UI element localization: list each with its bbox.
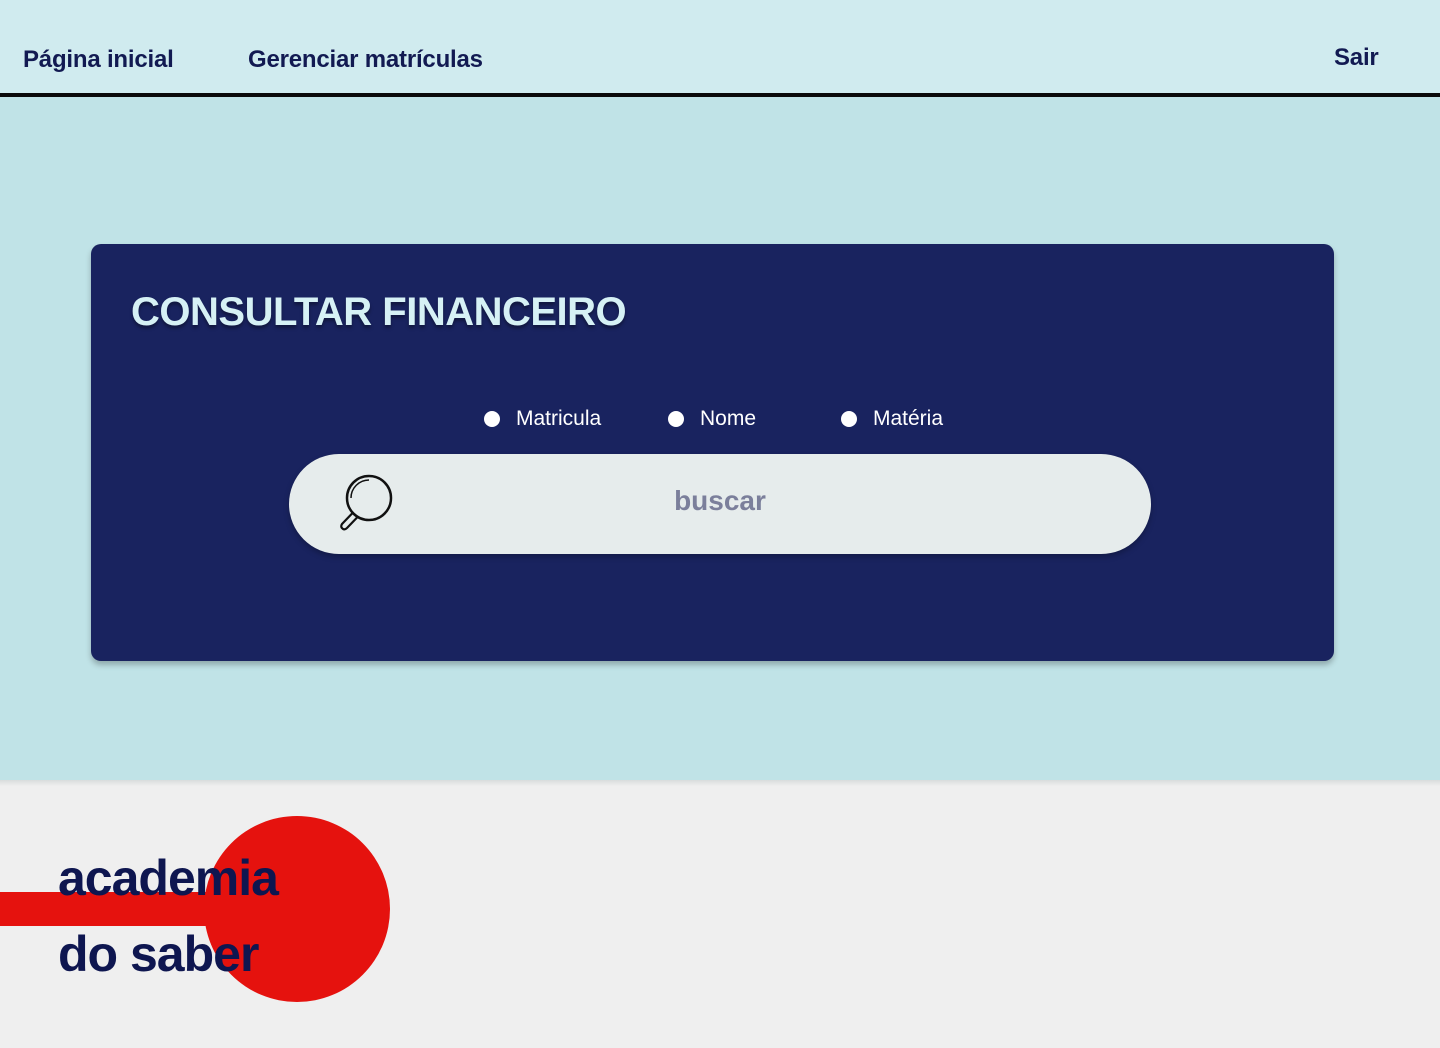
radio-button[interactable]: [484, 411, 500, 427]
consult-financial-card: CONSULTAR FINANCEIRO Matricula Nome Maté…: [91, 244, 1334, 661]
filter-option-nome[interactable]: Nome: [668, 407, 756, 431]
filter-option-matricula[interactable]: Matricula: [484, 407, 601, 431]
radio-button[interactable]: [841, 411, 857, 427]
nav-manage-enrollments-link[interactable]: Gerenciar matrículas: [248, 46, 483, 74]
search-placeholder: buscar: [674, 485, 766, 516]
logo-line-1: academia: [58, 850, 280, 906]
search-input[interactable]: buscar: [289, 454, 1151, 554]
nav-logout-link[interactable]: Sair: [1334, 44, 1379, 72]
academia-do-saber-logo: academia do saber: [0, 816, 390, 1002]
nav-home-link[interactable]: Página inicial: [23, 46, 174, 74]
filter-label: Nome: [700, 407, 757, 430]
top-navigation: Página inicial Gerenciar matrículas Sair: [0, 0, 1440, 94]
radio-button[interactable]: [668, 411, 684, 427]
logo-line-2: do saber: [58, 926, 259, 982]
filter-option-materia[interactable]: Matéria: [841, 407, 943, 431]
card-title: CONSULTAR FINANCEIRO: [131, 290, 627, 334]
filter-label: Matricula: [516, 407, 602, 430]
filter-label: Matéria: [873, 407, 944, 430]
